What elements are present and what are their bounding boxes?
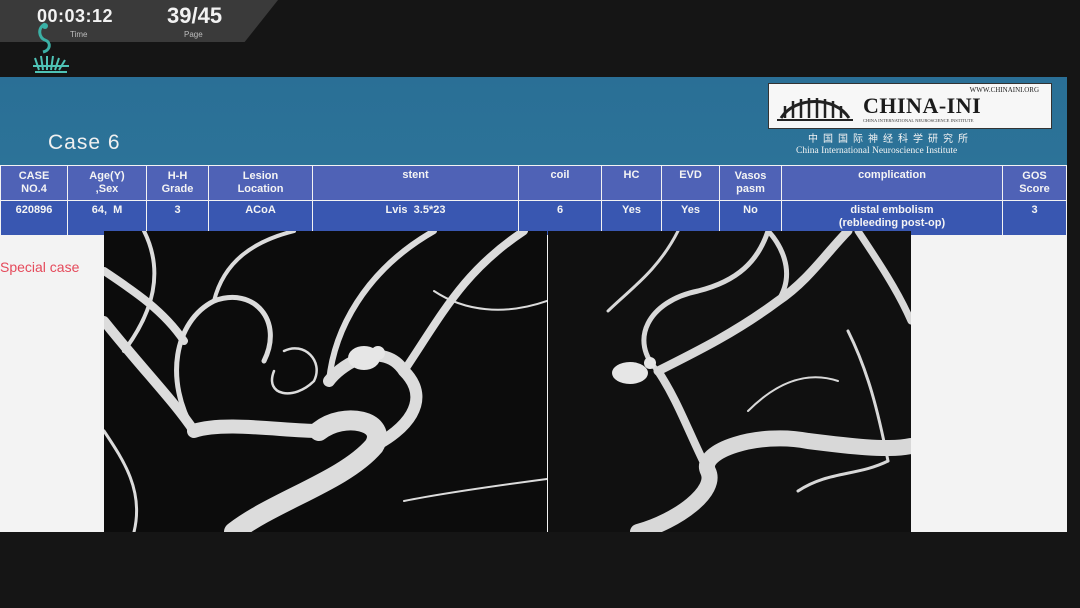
slide-title: Case 6 (48, 131, 121, 154)
header-cell: CASE NO.4 (0, 165, 68, 201)
ini-english-name: China International Neuroscience Institu… (796, 146, 958, 156)
china-ini-building-icon (777, 98, 853, 121)
header-cell: Vasos pasm (719, 165, 782, 201)
header-cell: Age(Y) ,Sex (67, 165, 147, 201)
ini-subtitle: CHINA INTERNATIONAL NEUROSCIENCE INSTITU… (863, 118, 974, 123)
angiogram-image-postop (548, 231, 911, 532)
page-label: Page (184, 30, 203, 39)
header-cell: H-H Grade (146, 165, 209, 201)
special-case-label: Special case (0, 259, 80, 275)
header-cell: HC (601, 165, 662, 201)
header-cell: Lesion Location (208, 165, 313, 201)
case-table: CASE NO.4 Age(Y) ,Sex H-H Grade Lesion Locat… (0, 165, 1067, 236)
ini-name: CHINA-INI (863, 93, 982, 118)
header-cell: EVD (661, 165, 720, 201)
table-cell: 620896 (0, 200, 68, 236)
header-cell: GOS Score (1002, 165, 1067, 201)
header-cell: complication (781, 165, 1003, 201)
header-cell: stent (312, 165, 519, 201)
presentation-slide: Case 6 WWW.CHINAINI.ORG CHINA-INI CHINA … (0, 77, 1067, 532)
ini-chinese-name: 中国国际神经科学研究所 (808, 134, 973, 145)
table-header-row: CASE NO.4 Age(Y) ,Sex H-H Grade Lesion Locat… (0, 165, 1067, 201)
table-cell: 3 (1002, 200, 1067, 236)
china-ini-logo: WWW.CHINAINI.ORG CHINA-INI CHINA INTERNA… (768, 83, 1052, 129)
angiogram-image-preop (104, 231, 547, 532)
header-cell: coil (518, 165, 602, 201)
page-counter: 39/45 (167, 3, 223, 28)
